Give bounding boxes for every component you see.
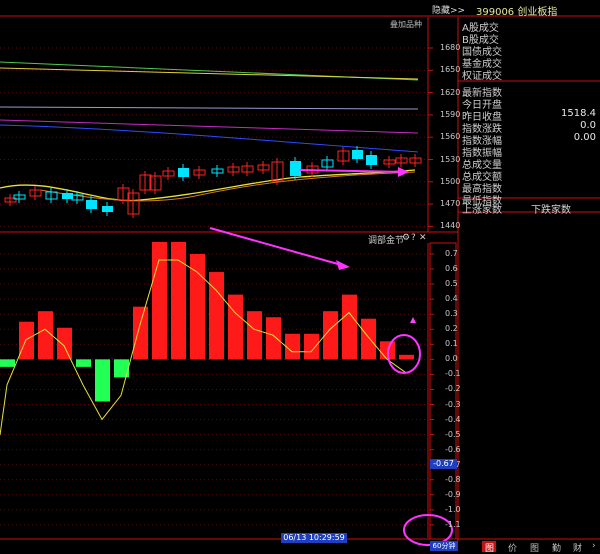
indicator-bar [0,359,15,367]
up-count-label: 上涨家数 [462,205,502,216]
indicator-name[interactable]: 调部金节 [368,233,404,246]
info-row-value: 0.00 [573,131,596,143]
indicator-tick-label: -0.6 [445,444,461,454]
info-row-value: 0.0 [580,119,596,131]
indicator-tick-label: 0.1 [445,339,458,349]
candle-body-down [86,200,97,209]
indicator-bar [38,311,53,360]
tab-more[interactable]: › [592,541,596,551]
indicator-bar [361,318,376,360]
candle-body-down [102,206,113,212]
candlesticks [0,61,422,218]
candle-body-down [62,193,73,199]
price-tick-label: 1650 [440,65,461,75]
bottom-tabs: 图 价 图 勤 财 › [482,541,600,554]
tab-finance[interactable]: 财 [573,541,582,554]
trend-arrow-head [336,260,350,270]
tab-work[interactable]: 勤 [552,541,561,554]
indicator-bar [57,327,72,360]
indicator-bar [190,254,205,360]
price-tick-label: 1620 [440,87,461,97]
window-title: 399006 创业板指 [476,7,558,18]
help-icon[interactable]: ? [411,233,416,243]
period-label[interactable]: 60分钟 [430,541,458,551]
price-tick-label: 1680 [440,43,461,52]
ma-line-yellow-long [0,67,419,80]
indicator-tick-label: -0.9 [445,489,461,499]
overlay-label[interactable]: 叠加品种 [390,19,422,30]
price-arrow-head [398,167,409,177]
price-tick-label: 1470 [440,199,461,209]
indicator-bar [247,311,262,360]
indicator-bar [228,294,243,360]
indicator-tick-label: -0.5 [445,429,461,439]
indicator-tick-label: -0.2 [445,384,461,394]
trend-arrow [209,227,346,267]
price-tick-label: 1560 [440,132,461,142]
tab-chart[interactable]: 图 [485,541,494,554]
current-value-badge: -0.67 [430,459,457,469]
indicator-bar [133,306,148,360]
indicator-tick-label: 0.6 [445,264,458,274]
tab-graph[interactable]: 图 [530,541,539,554]
close-icon[interactable]: ✕ [419,233,427,243]
price-tick-label: 1530 [440,154,461,164]
price-tick-label: 1440 [440,221,461,231]
crosshair-datetime: 06/13 10:29:59 [281,533,347,543]
expand-button[interactable]: 隐藏>> [432,3,465,16]
candle-body-down [290,161,301,176]
indicator-tick-label: 0.0 [445,354,458,364]
indicator-bar [399,354,414,360]
indicator-bar [304,333,319,360]
up-triangle-marker [410,317,416,323]
indicator-tick-label: 0.5 [445,279,458,289]
indicator-bar [285,333,300,360]
ma-line-blue [0,124,419,153]
chart-canvas [0,15,600,546]
indicator-histogram [0,241,414,436]
price-tick-label: 1590 [440,109,461,119]
candle-body-down [178,168,189,177]
chart-window: 隐藏>> 399006 创业板指 叠加品种 1680 1650 1620 1590 15… [0,0,600,554]
indicator-bar [19,321,34,360]
price-arrow [299,169,406,173]
settings-icon[interactable]: ⚙ [402,233,410,243]
indicator-bar [76,359,91,367]
indicator-tick-label: -0.1 [445,369,461,379]
indicator-tick-label: -1.0 [445,504,461,514]
candle-body-down [352,150,363,159]
indicator-bar [342,294,357,360]
info-row-label: 权证成交 [462,71,502,83]
indicator-tick-label: -1.1 [445,519,461,529]
ma-line-grey [0,106,419,110]
indicator-bar [266,317,281,360]
indicator-tick-label: 0.4 [445,294,458,304]
ma-line-purple [0,119,419,134]
indicator-tick-label: -0.3 [445,399,461,409]
indicator-tick-label: 0.2 [445,324,458,334]
tab-price[interactable]: 价 [508,541,517,554]
info-row-value: 1518.4 [561,107,596,119]
indicator-tick-label: -0.4 [445,414,461,424]
candle-body-down [366,155,377,165]
indicator-tick-label: -0.8 [445,474,461,484]
price-tick-label: 1500 [440,176,461,186]
indicator-bar [95,359,110,402]
indicator-tick-label: 0.3 [445,309,458,319]
down-count-label: 下跌家数 [531,205,571,216]
indicator-tick-label: 0.7 [445,249,458,258]
